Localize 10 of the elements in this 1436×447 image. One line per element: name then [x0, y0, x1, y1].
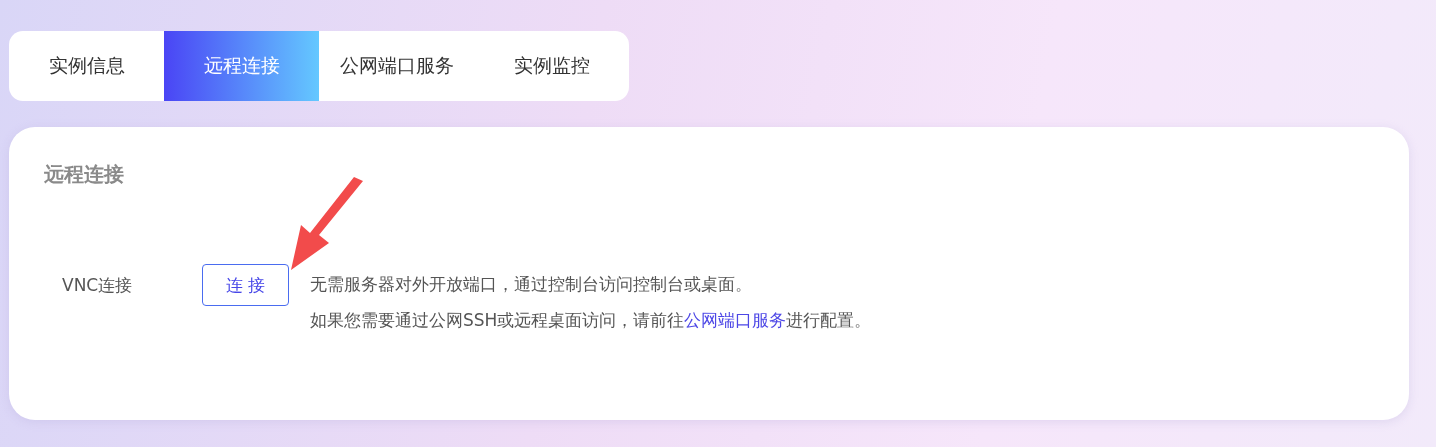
description-text: 无需服务器对外开放端口，通过控制台访问控制台或桌面。	[310, 273, 753, 296]
panel-title: 远程连接	[44, 161, 124, 188]
port-service-link[interactable]: 公网端口服务	[684, 310, 787, 330]
row-label: VNC连接	[62, 274, 134, 297]
tab[interactable]: 实例监控	[474, 31, 629, 101]
tab[interactable]: 实例信息	[9, 31, 164, 101]
connect-button[interactable]: 连 接	[202, 264, 289, 306]
description-text: 如果您需要通过公网SSH或远程桌面访问，请前往公网端口服务进行配置。	[310, 309, 872, 332]
tab[interactable]: 公网端口服务	[319, 31, 474, 101]
tab[interactable]: 远程连接	[164, 31, 319, 101]
